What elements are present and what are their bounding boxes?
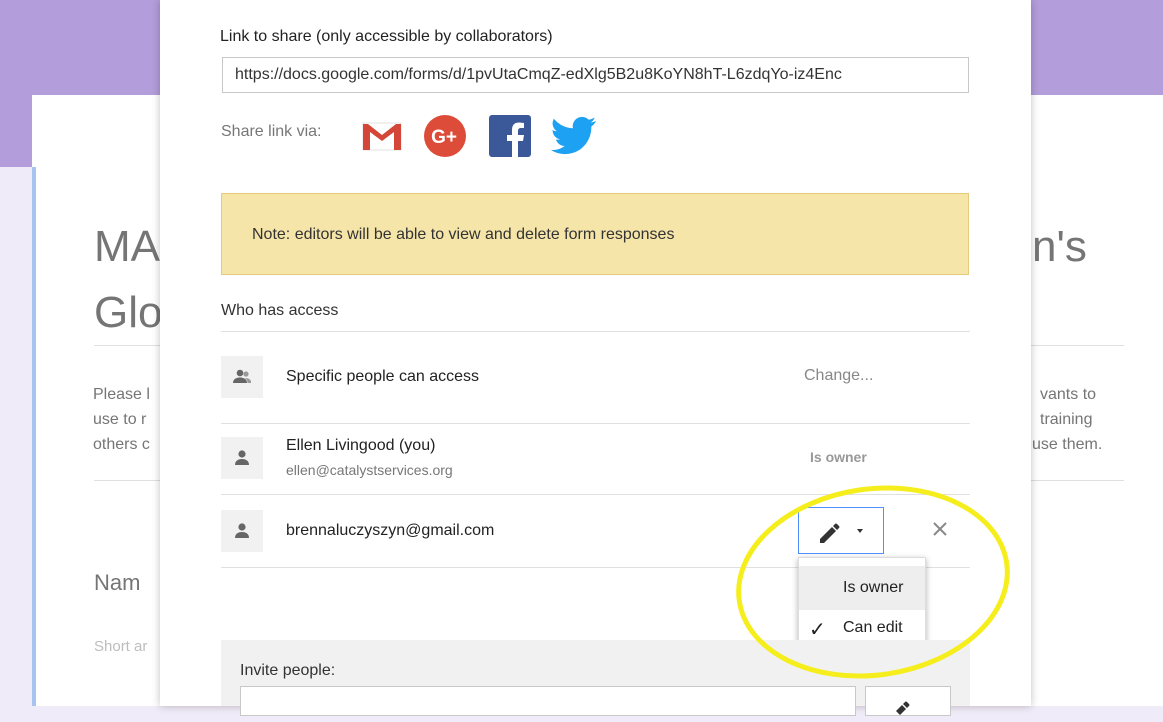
people-group-icon bbox=[221, 356, 263, 398]
form-title-fragment: Glo bbox=[94, 288, 163, 337]
form-description-fragment: use to r bbox=[93, 411, 147, 428]
editors-note-text: Note: editors will be able to view and d… bbox=[252, 226, 675, 243]
person-email: ellen@catalystservices.org bbox=[286, 462, 453, 478]
menu-item-label: Is owner bbox=[843, 579, 904, 596]
share-link-input[interactable] bbox=[222, 57, 969, 93]
form-title-fragment: n's bbox=[1032, 222, 1087, 271]
section-divider bbox=[221, 331, 970, 332]
person-icon bbox=[221, 437, 263, 479]
form-question-label: Nam bbox=[94, 570, 141, 595]
pencil-icon bbox=[820, 523, 863, 543]
section-divider bbox=[221, 494, 970, 495]
permission-dropdown-button[interactable] bbox=[798, 507, 884, 554]
change-access-link[interactable]: Change... bbox=[804, 367, 873, 385]
sharing-dialog: Link to share (only accessible by collab… bbox=[160, 0, 1031, 716]
form-description-fragment: use them. bbox=[1032, 436, 1103, 453]
person-name: Ellen Livingood (you) bbox=[286, 437, 436, 454]
menu-item-is-owner[interactable]: Is owner bbox=[799, 566, 925, 610]
invite-people-label: Invite people: bbox=[240, 662, 336, 679]
link-to-share-label: Link to share (only accessible by collab… bbox=[220, 28, 553, 45]
person-email: brennaluczyszyn@gmail.com bbox=[286, 522, 495, 539]
form-description-fragment: Please l bbox=[93, 386, 150, 403]
form-description-fragment: vants to bbox=[1040, 386, 1097, 403]
facebook-icon[interactable] bbox=[488, 114, 532, 158]
gmail-icon[interactable] bbox=[360, 114, 404, 158]
share-via-label: Share link via: bbox=[221, 123, 322, 140]
chevron-down-icon bbox=[857, 529, 863, 533]
person-icon bbox=[221, 510, 263, 552]
form-description-fragment: training bbox=[1040, 411, 1093, 428]
form-description-fragment: others c bbox=[93, 436, 150, 453]
section-divider bbox=[221, 423, 970, 424]
who-has-access-heading: Who has access bbox=[221, 302, 339, 319]
close-icon[interactable] bbox=[930, 519, 950, 539]
checkmark-icon: ✓ bbox=[809, 619, 826, 641]
owner-role-label: Is owner bbox=[810, 449, 867, 465]
menu-item-label: Can edit bbox=[843, 619, 903, 636]
twitter-icon[interactable] bbox=[550, 114, 596, 158]
invite-people-panel: Invite people: bbox=[221, 640, 970, 716]
access-setting-label: Specific people can access bbox=[286, 368, 479, 385]
form-answer-placeholder: Short ar bbox=[94, 638, 148, 655]
google-plus-icon[interactable]: G+ bbox=[423, 114, 467, 158]
pencil-icon bbox=[896, 701, 910, 715]
invite-people-input[interactable] bbox=[240, 686, 856, 716]
form-title-fragment: MA bbox=[94, 222, 160, 271]
editors-note-banner: Note: editors will be able to view and d… bbox=[221, 193, 969, 275]
permission-menu: Is owner ✓ Can edit bbox=[798, 557, 926, 653]
svg-text:G+: G+ bbox=[431, 127, 457, 148]
invite-permission-button[interactable] bbox=[865, 686, 951, 716]
